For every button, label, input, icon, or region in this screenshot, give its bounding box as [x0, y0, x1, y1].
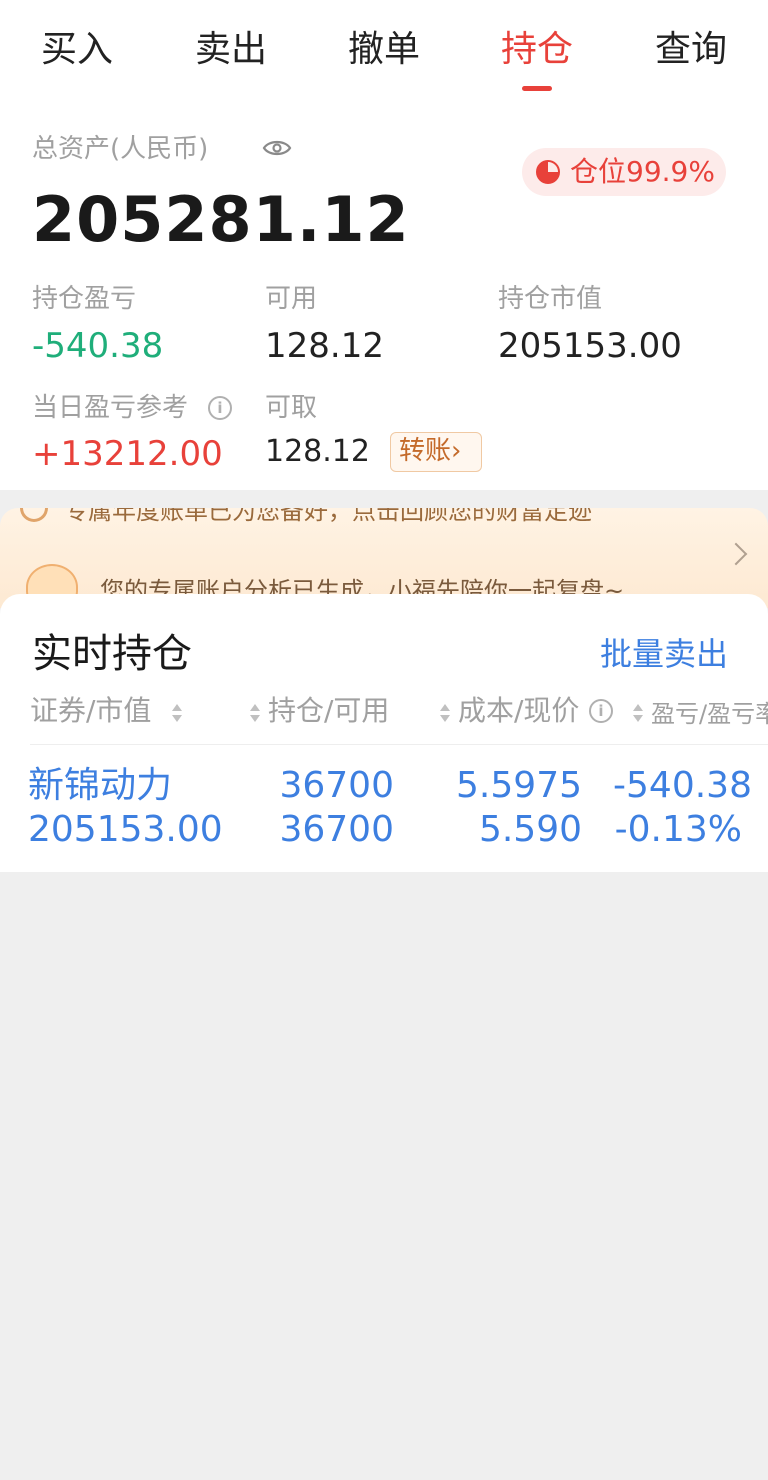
positions-title: 实时持仓	[32, 631, 192, 677]
promo-banner[interactable]: 专属年度账单已为您备好，点击回顾您的财富足迹 您的专属账户分析已生成，小福先陪你…	[0, 508, 768, 608]
position-ratio-badge[interactable]: 仓位99.9%	[522, 148, 726, 196]
info-icon[interactable]: i	[208, 396, 232, 420]
position-ratio-text: 仓位99.9%	[570, 155, 715, 188]
withdrawable-value: 128.12	[265, 434, 370, 469]
active-tab-indicator	[522, 86, 552, 91]
transfer-button[interactable]: 转账›	[390, 432, 482, 472]
holding-pl-value: -540.38	[32, 326, 164, 366]
header-cost-price[interactable]: 成本/现价	[458, 694, 579, 728]
tab-positions[interactable]: 持仓	[482, 28, 592, 72]
pie-chart-icon	[536, 160, 560, 184]
profit-loss-rate: -0.13%	[614, 809, 742, 850]
available-quantity: 36700	[279, 809, 394, 850]
tab-buy[interactable]: 买入	[22, 28, 132, 72]
total-assets-value: 205281.12	[32, 183, 410, 256]
tab-cancel-order[interactable]: 撤单	[329, 28, 439, 72]
tab-query[interactable]: 查询	[636, 28, 746, 72]
available-value: 128.12	[265, 326, 384, 366]
header-pl-rate[interactable]: 盈亏/盈亏率	[651, 697, 768, 731]
header-security-market-value[interactable]: 证券/市值	[30, 694, 151, 728]
info-icon[interactable]: i	[589, 699, 613, 723]
holding-quantity: 36700	[279, 765, 394, 806]
total-assets-label: 总资产(人民币)	[32, 134, 209, 164]
header-divider	[30, 744, 768, 745]
banner-line-annual-bill: 专属年度账单已为您备好，点击回顾您的财富足迹	[64, 508, 592, 525]
holding-pl-label: 持仓盈亏	[32, 284, 137, 314]
sort-icon[interactable]	[440, 704, 450, 722]
profit-loss: -540.38	[613, 765, 752, 806]
trade-tab-bar: 买入 卖出 撤单 持仓 查询	[0, 0, 768, 100]
security-name: 新锦动力	[28, 765, 173, 806]
available-label: 可用	[265, 284, 318, 314]
sort-icon[interactable]	[633, 704, 643, 722]
account-summary-panel: 买入 卖出 撤单 持仓 查询 总资产(人民币) 仓位99.9% 205281.1…	[0, 0, 768, 490]
current-price: 5.590	[478, 809, 582, 850]
positions-card: 实时持仓 批量卖出 证券/市值 持仓/可用 成本/现价 i 盈亏/盈亏率 新锦动…	[0, 594, 768, 872]
sort-icon[interactable]	[250, 704, 260, 722]
chevron-right-icon: ›	[451, 436, 462, 466]
header-holding-available[interactable]: 持仓/可用	[268, 694, 389, 728]
daily-pl-value: +13212.00	[32, 434, 223, 474]
chevron-right-icon[interactable]	[724, 542, 748, 566]
withdrawable-label: 可取	[265, 393, 318, 423]
bulk-sell-button[interactable]: 批量卖出	[600, 634, 728, 674]
daily-pl-label: 当日盈亏参考	[32, 393, 189, 423]
cost-price: 5.5975	[456, 765, 582, 806]
transfer-label: 转账	[399, 436, 452, 466]
market-value-label: 持仓市值	[498, 284, 603, 314]
security-market-value: 205153.00	[28, 809, 223, 850]
tab-sell[interactable]: 卖出	[176, 28, 286, 72]
brand-logo-icon	[20, 508, 48, 522]
sort-icon[interactable]	[172, 704, 182, 722]
eye-icon[interactable]	[262, 135, 292, 161]
market-value-value: 205153.00	[498, 326, 682, 366]
